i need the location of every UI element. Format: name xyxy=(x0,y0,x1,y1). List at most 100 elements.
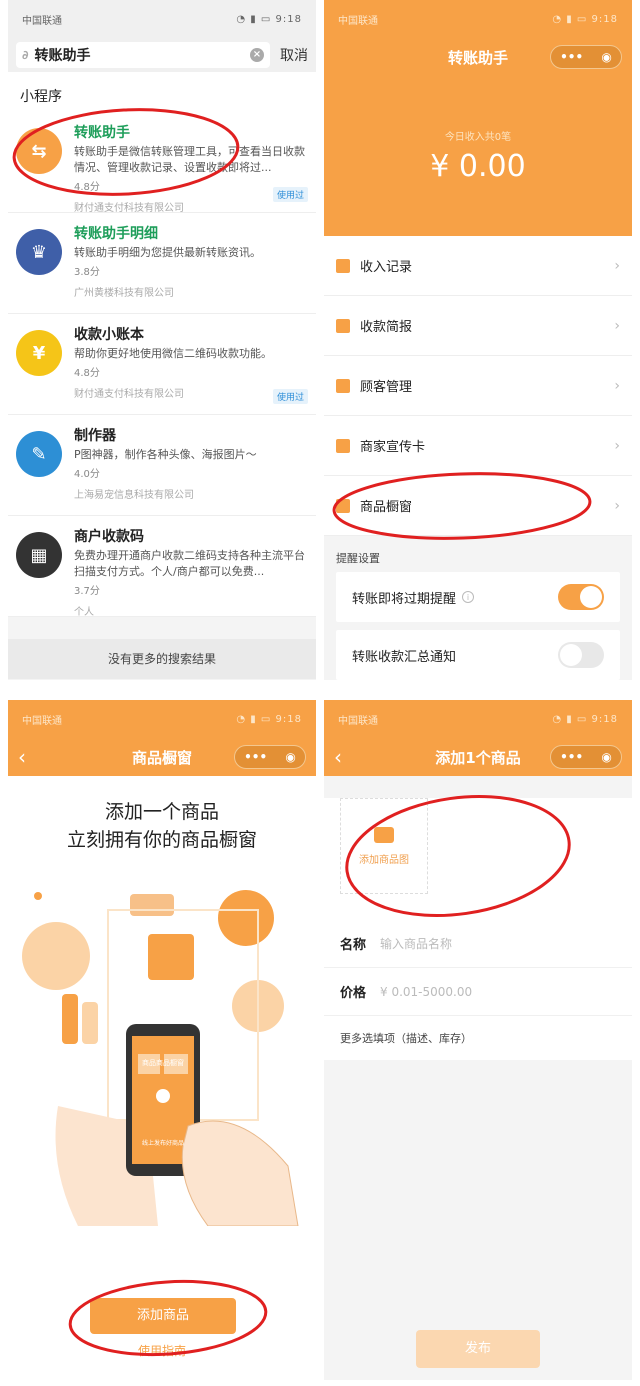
menu-item-icon xyxy=(336,318,350,333)
app-icon: ⇆ xyxy=(16,128,62,174)
reminder-label: 转账即将过期提醒 xyxy=(352,591,457,607)
feature-menu: 收入记录 › 收款简报 › 顾客管理 › 商家宣传卡 › 商品橱窗 › xyxy=(324,236,632,536)
add-image-label: 添加商品图 xyxy=(359,854,409,866)
camera-icon xyxy=(374,826,394,843)
list-item[interactable]: ⇆ 转账助手 转账助手是微信转账管理工具，可查看当日收款情况、管理收款记录、设置收款… xyxy=(8,112,316,214)
result-company: 上海易宠信息科技有限公司 xyxy=(74,490,194,501)
nav-header: ‹ 商品橱窗 ••• ◉ xyxy=(8,738,316,776)
used-badge: 使用过 xyxy=(272,187,308,202)
status-bar: 中国联通 ◔ ▮ ▭ 9:18 xyxy=(324,700,632,738)
price-label: 价格 xyxy=(340,986,367,1001)
result-name: 商户收款码 xyxy=(74,529,144,545)
result-text: 转账助手明细 转账助手明细为您提供最新转账资讯。 3.8分 广州黄楼科技有限公司 xyxy=(74,223,308,305)
back-icon[interactable]: ‹ xyxy=(334,745,342,769)
phone-hand-illustration xyxy=(22,890,299,1227)
menu-item-label: 收入记录 xyxy=(360,260,413,275)
app-icon: ✎ xyxy=(16,431,62,477)
more-options-link[interactable]: 更多选填项（描述、库存） xyxy=(324,1016,632,1060)
reminder-label: 转账收款汇总通知 xyxy=(352,649,457,665)
result-description: 免费办理开通商户收款二维码支持各种主流平台扫描支付方式。个人/商户都可以免费..… xyxy=(74,549,305,578)
transfer-assistant-screen: 中国联通 ◔ ▮ ▭ 9:18 转账助手 ••• ◉ 今日收入共0笔 ¥ 0.0… xyxy=(324,0,632,680)
menu-item-icon xyxy=(336,378,350,393)
income-amount: ¥ 0.00 xyxy=(430,149,526,184)
menu-item-label: 收款简报 xyxy=(360,320,413,335)
app-icon: ♛ xyxy=(16,229,62,275)
status-icons: ◔ ▮ ▭ 9:18 xyxy=(552,13,618,25)
result-list: ⇆ 转账助手 转账助手是微信转账管理工具，可查看当日收款情况、管理收款记录、设置收款… xyxy=(8,112,316,618)
status-icons: ◔ ▮ ▭ 9:18 xyxy=(236,13,302,25)
nav-header: ‹ 添加1个商品 ••• ◉ xyxy=(324,738,632,776)
showcase-illustration: 商品商品橱窗 线上发布好商品 xyxy=(8,866,316,1227)
menu-item-label: 商品橱窗 xyxy=(360,500,413,515)
page-title: 添加1个商品 xyxy=(435,748,521,767)
result-name: 收款小账本 xyxy=(74,327,144,343)
mini-program-capsule[interactable]: ••• ◉ xyxy=(550,745,622,769)
result-description: 转账助手明细为您提供最新转账资讯。 xyxy=(74,246,261,259)
menu-item[interactable]: 收入记录 › xyxy=(324,236,632,296)
chevron-right-icon: › xyxy=(614,377,620,394)
more-icon[interactable]: ••• xyxy=(560,50,583,64)
name-field-row: 名称 输入商品名称 xyxy=(324,920,632,968)
showcase-intro-screen: 中国联通 ◔ ▮ ▭ 9:18 ‹ 商品橱窗 ••• ◉ 添加一个商品 立刻拥有… xyxy=(8,700,316,1380)
headline-line-2: 立刻拥有你的商品橱窗 xyxy=(66,829,257,851)
no-more-results: 没有更多的搜索结果 xyxy=(8,639,316,679)
result-score: 3.7分 xyxy=(74,586,100,597)
reminder-toggle[interactable] xyxy=(558,642,604,668)
result-name: 转账助手明细 xyxy=(74,226,158,242)
result-description: 转账助手是微信转账管理工具，可查看当日收款情况、管理收款记录、设置收款即将过..… xyxy=(74,145,305,174)
menu-item[interactable]: 商家宣传卡 › xyxy=(324,416,632,476)
result-company: 个人 xyxy=(74,607,94,618)
list-item[interactable]: ✎ 制作器 P图神器，制作各种头像、海报图片～ 4.0分上海易宠信息科技有限公司 xyxy=(8,415,316,516)
mini-program-capsule[interactable]: ••• ◉ xyxy=(550,45,622,69)
reminder-toggle[interactable] xyxy=(558,584,604,610)
result-text: 制作器 P图神器，制作各种头像、海报图片～ 4.0分上海易宠信息科技有限公司 xyxy=(74,425,308,507)
section-title: 小程序 xyxy=(8,72,316,112)
close-circle-icon[interactable]: ◉ xyxy=(601,750,611,764)
price-input[interactable]: ¥ 0.01-5000.00 xyxy=(380,985,472,999)
back-icon[interactable]: ‹ xyxy=(18,745,26,769)
toggle-knob xyxy=(560,644,582,666)
result-description: P图神器，制作各种头像、海报图片～ xyxy=(74,448,257,461)
add-product-button[interactable]: 添加商品 xyxy=(90,1298,236,1334)
mini-program-capsule[interactable]: ••• ◉ xyxy=(234,745,306,769)
clear-icon[interactable]: × xyxy=(250,48,264,62)
cancel-button[interactable]: 取消 xyxy=(280,45,308,65)
more-icon[interactable]: ••• xyxy=(560,750,583,764)
more-icon[interactable]: ••• xyxy=(244,750,267,764)
menu-item[interactable]: 收款简报 › xyxy=(324,296,632,356)
menu-item-label: 商家宣传卡 xyxy=(360,440,426,455)
result-company: 广州黄楼科技有限公司 xyxy=(74,288,174,299)
image-section: 添加商品图 xyxy=(324,798,632,898)
menu-item[interactable]: 商品橱窗 › xyxy=(324,476,632,536)
carrier-text: 中国联通 xyxy=(22,715,62,727)
close-circle-icon[interactable]: ◉ xyxy=(601,50,611,64)
close-circle-icon[interactable]: ◉ xyxy=(285,750,295,764)
result-score: 4.0分 xyxy=(74,469,100,480)
page-title: 转账助手 xyxy=(447,48,508,67)
search-bar: ∂ 转账助手 × 取消 xyxy=(8,38,316,72)
usage-guide-link[interactable]: 使用指南 xyxy=(8,1342,316,1359)
chevron-right-icon: › xyxy=(614,437,620,454)
list-item[interactable]: ♛ 转账助手明细 转账助手明细为您提供最新转账资讯。 3.8分 广州黄楼科技有限公司 xyxy=(8,213,316,314)
publish-button[interactable]: 发布 xyxy=(416,1330,540,1368)
carrier-text: 中国联通 xyxy=(338,715,378,727)
menu-item[interactable]: 顾客管理 › xyxy=(324,356,632,416)
menu-item-icon xyxy=(336,438,350,453)
income-summary: 今日收入共0笔 ¥ 0.00 xyxy=(324,76,632,236)
result-description: 帮助你更好地使用微信二维码收款功能。 xyxy=(74,347,272,360)
chevron-right-icon: › xyxy=(614,317,620,334)
app-icon: ¥ xyxy=(16,330,62,376)
search-input[interactable]: ∂ 转账助手 × xyxy=(16,42,270,68)
name-label: 名称 xyxy=(340,938,367,953)
list-item[interactable]: ¥ 收款小账本 帮助你更好地使用微信二维码收款功能。 4.8分 财付通支付科技有限公司使… xyxy=(8,314,316,415)
list-item[interactable]: ▦ 商户收款码 免费办理开通商户收款二维码支持各种主流平台扫描支付方式。个人/商户都… xyxy=(8,516,316,618)
carrier-text: 中国联通 xyxy=(338,15,378,27)
reminder-row: 转账收款汇总通知 xyxy=(336,630,620,680)
status-icons: ◔ ▮ ▭ 9:18 xyxy=(236,713,302,725)
name-input[interactable]: 输入商品名称 xyxy=(380,935,452,952)
result-name: 制作器 xyxy=(74,428,116,444)
info-icon[interactable]: i xyxy=(462,591,475,603)
search-query: 转账助手 xyxy=(34,48,91,64)
menu-item-label: 顾客管理 xyxy=(360,380,413,395)
add-image-button[interactable]: 添加商品图 xyxy=(340,798,428,894)
